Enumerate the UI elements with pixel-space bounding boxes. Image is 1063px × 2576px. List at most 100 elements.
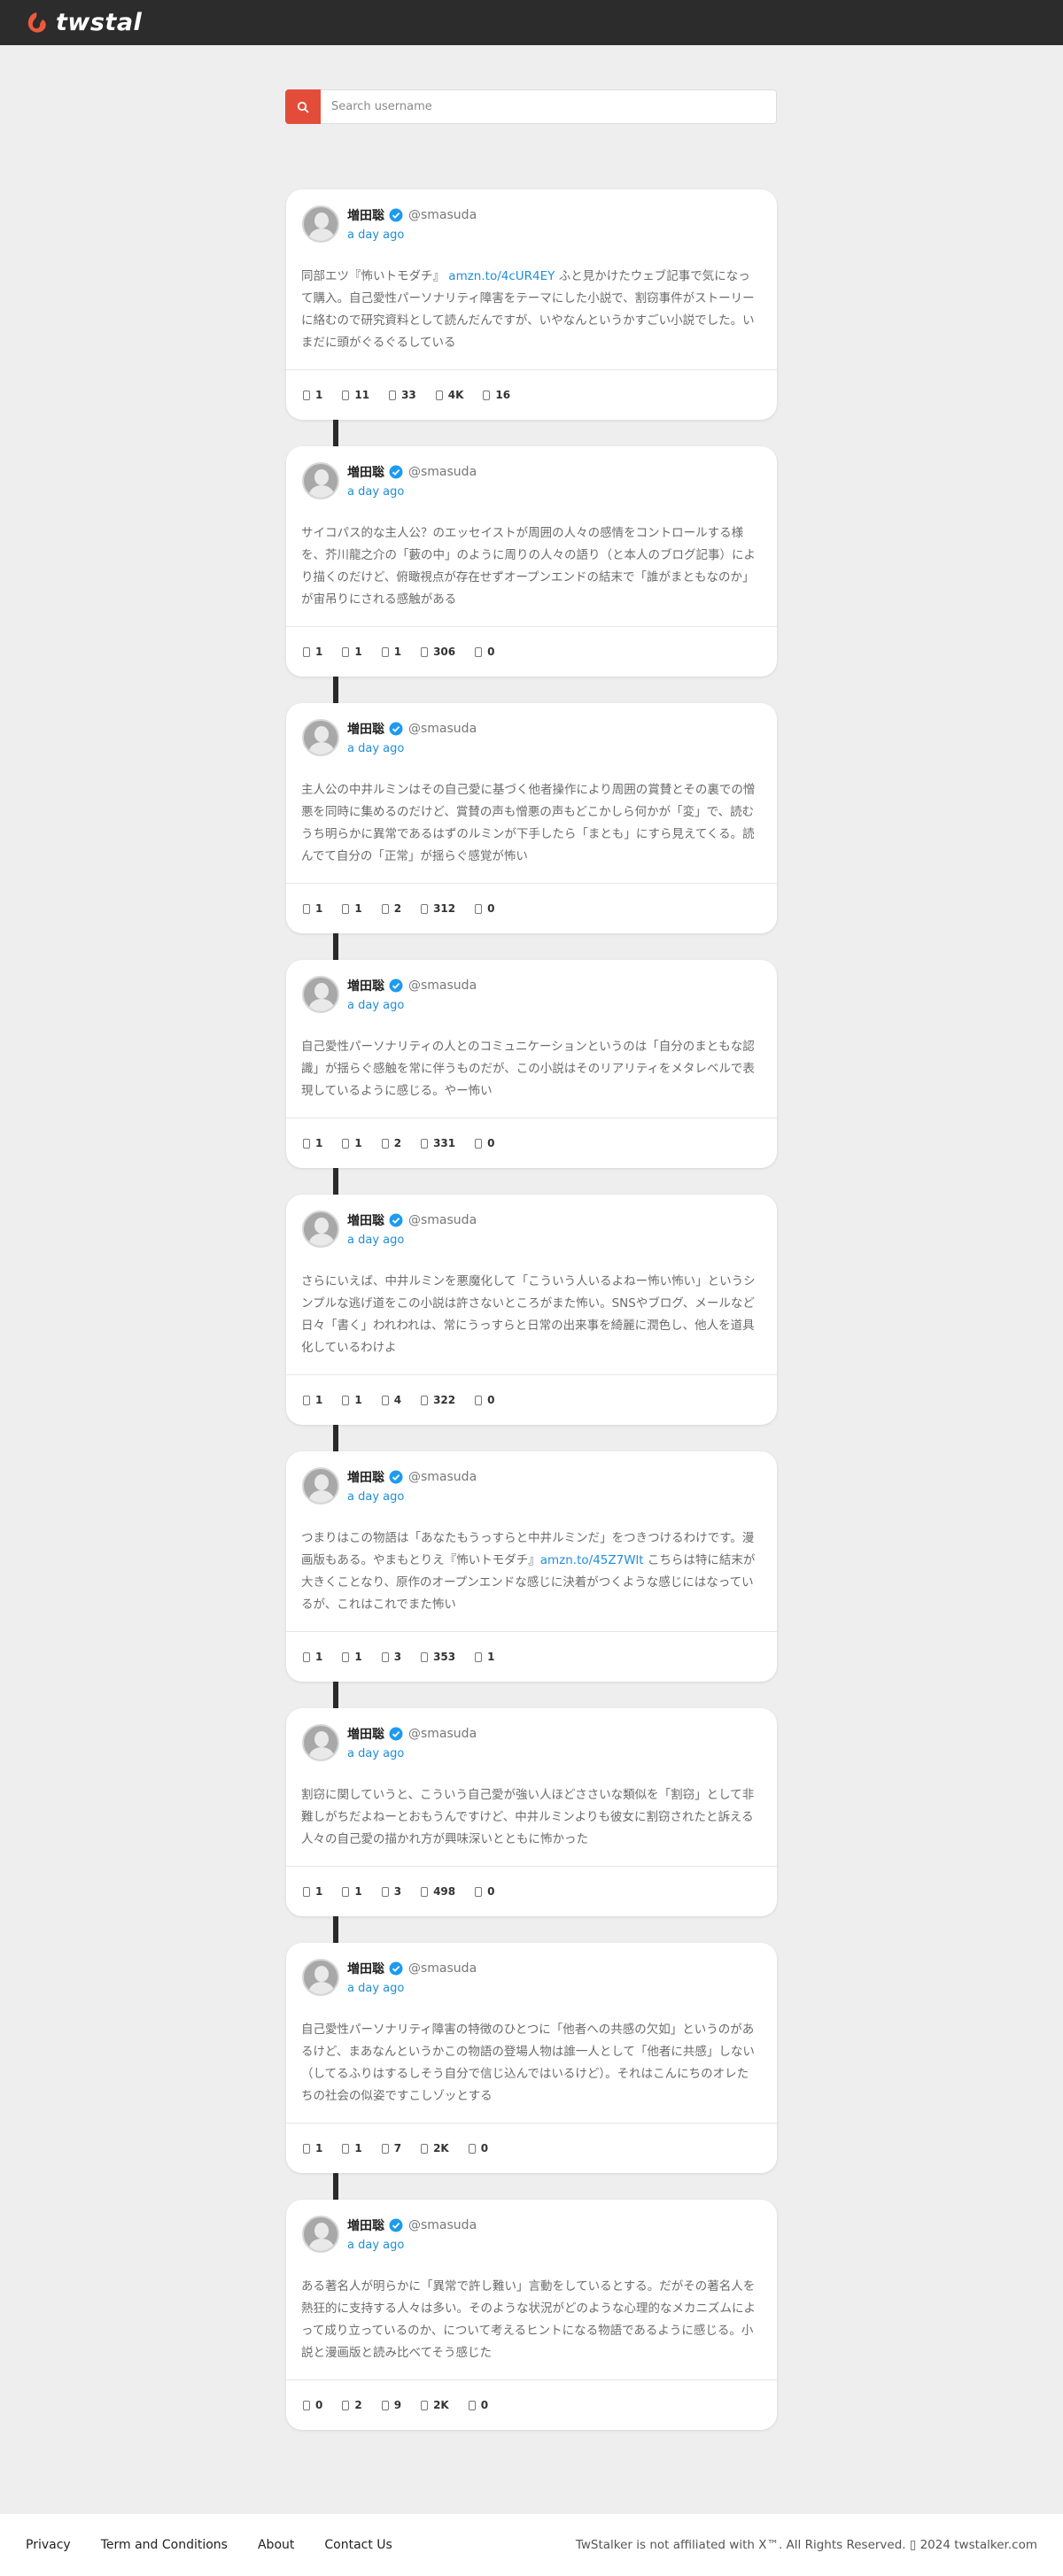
author-handle[interactable]: @smasuda — [408, 2218, 477, 2232]
tweet-link[interactable]: amzn.to/45Z7Wlt — [540, 1553, 644, 1567]
footer-link-terms[interactable]: Term and Conditions — [101, 2538, 228, 2552]
tweet-time[interactable]: a day ago — [347, 2239, 477, 2252]
search-button[interactable] — [285, 89, 321, 124]
author-name[interactable]: 増田聡 — [347, 977, 384, 994]
tweet-time[interactable]: a day ago — [347, 999, 477, 1012]
tweet-card[interactable]: 増田聡 @smasuda a day ago さらにいえば、中井ルミンを悪魔化し… — [286, 1195, 777, 1425]
reply-count[interactable]: 1 — [303, 646, 322, 658]
bookmark-count[interactable]: 1 — [475, 1651, 495, 1663]
logo-icon[interactable] — [25, 12, 48, 35]
tweet-time[interactable]: a day ago — [347, 1490, 477, 1504]
retweet-count[interactable]: 2 — [342, 2399, 362, 2411]
reply-count[interactable]: 1 — [303, 902, 322, 915]
like-count[interactable]: 4 — [381, 1394, 401, 1406]
like-count[interactable]: 2 — [381, 902, 401, 915]
like-count[interactable]: 3 — [381, 1885, 401, 1898]
tweet-time[interactable]: a day ago — [347, 1234, 477, 1247]
retweet-count[interactable]: 1 — [342, 1651, 362, 1663]
search-input[interactable] — [321, 89, 777, 124]
bookmark-count[interactable]: 16 — [483, 389, 510, 401]
tweet-time[interactable]: a day ago — [347, 228, 477, 242]
view-count[interactable]: 312 — [421, 902, 455, 915]
avatar[interactable] — [302, 1959, 339, 1996]
bookmark-count[interactable]: 0 — [475, 1137, 495, 1149]
author-name[interactable]: 増田聡 — [347, 2216, 384, 2234]
tweet-card[interactable]: 増田聡 @smasuda a day ago 自己愛性パーソナリティの人とのコミ… — [286, 960, 777, 1168]
like-count[interactable]: 2 — [381, 1137, 401, 1149]
author-handle[interactable]: @smasuda — [408, 979, 477, 993]
reply-count[interactable]: 1 — [303, 1394, 322, 1406]
author-name[interactable]: 増田聡 — [347, 1960, 384, 1977]
bookmark-count[interactable]: 0 — [475, 1885, 495, 1898]
footer-link-privacy[interactable]: Privacy — [26, 2538, 71, 2552]
author-name[interactable]: 増田聡 — [347, 206, 384, 224]
tweet-card[interactable]: 増田聡 @smasuda a day ago 同部エツ『怖いトモダチ』 amzn… — [286, 190, 777, 420]
avatar[interactable] — [302, 1211, 339, 1248]
bookmark-count[interactable]: 0 — [475, 646, 495, 658]
bookmark-count[interactable]: 0 — [468, 2399, 488, 2411]
bookmark-count[interactable]: 0 — [468, 2142, 488, 2154]
retweet-count[interactable]: 1 — [342, 902, 362, 915]
avatar[interactable] — [302, 1724, 339, 1761]
author-handle[interactable]: @smasuda — [408, 1470, 477, 1484]
retweet-count[interactable]: 1 — [342, 1394, 362, 1406]
retweet-count[interactable]: 1 — [342, 646, 362, 658]
tweet-time[interactable]: a day ago — [347, 742, 477, 755]
avatar[interactable] — [302, 976, 339, 1013]
tweet-card[interactable]: 増田聡 @smasuda a day ago 主人公の中井ルミンはその自己愛に基… — [286, 703, 777, 933]
author-name[interactable]: 増田聡 — [347, 1468, 384, 1486]
author-handle[interactable]: @smasuda — [408, 208, 477, 222]
view-count[interactable]: 4K — [435, 389, 463, 401]
author-name[interactable]: 増田聡 — [347, 720, 384, 738]
like-count[interactable]: 7 — [381, 2142, 401, 2154]
avatar[interactable] — [302, 462, 339, 499]
author-handle[interactable]: @smasuda — [408, 465, 477, 479]
logo-text[interactable]: twstal — [56, 11, 142, 35]
tweet-time[interactable]: a day ago — [347, 1747, 477, 1760]
tweet-card[interactable]: 増田聡 @smasuda a day ago 自己愛性パーソナリティ障害の特徴の… — [286, 1943, 777, 2173]
reply-count[interactable]: 1 — [303, 389, 322, 401]
reply-count[interactable]: 1 — [303, 1885, 322, 1898]
tweet-time[interactable]: a day ago — [347, 485, 477, 499]
avatar[interactable] — [302, 2216, 339, 2253]
avatar[interactable] — [302, 205, 339, 243]
reply-count[interactable]: 1 — [303, 1651, 322, 1663]
tweet-card[interactable]: 増田聡 @smasuda a day ago サイコパス的な主人公？のエッセイス… — [286, 446, 777, 677]
view-count[interactable]: 322 — [421, 1394, 455, 1406]
footer-link-about[interactable]: About — [258, 2538, 294, 2552]
avatar[interactable] — [302, 719, 339, 756]
retweet-count[interactable]: 11 — [342, 389, 369, 401]
author-name[interactable]: 増田聡 — [347, 1725, 384, 1743]
tweet-card[interactable]: 増田聡 @smasuda a day ago ある著名人が明らかに「異常で許し難… — [286, 2200, 777, 2430]
tweet-card[interactable]: 増田聡 @smasuda a day ago 割窃に関していうと、こういう自己愛… — [286, 1708, 777, 1916]
tweet-time[interactable]: a day ago — [347, 1982, 477, 1995]
author-handle[interactable]: @smasuda — [408, 1727, 477, 1741]
reply-count[interactable]: 0 — [303, 2399, 322, 2411]
author-name[interactable]: 増田聡 — [347, 1211, 384, 1229]
author-handle[interactable]: @smasuda — [408, 1961, 477, 1976]
view-count[interactable]: 306 — [421, 646, 455, 658]
author-handle[interactable]: @smasuda — [408, 722, 477, 736]
retweet-count[interactable]: 1 — [342, 2142, 362, 2154]
footer-link-contact[interactable]: Contact Us — [324, 2538, 392, 2552]
tweet-card[interactable]: 増田聡 @smasuda a day ago つまりはこの物語は「あなたもうっす… — [286, 1451, 777, 1682]
tweet-link[interactable]: amzn.to/4cUR4EY — [448, 269, 555, 283]
avatar[interactable] — [302, 1467, 339, 1505]
like-count[interactable]: 33 — [389, 389, 416, 401]
view-count[interactable]: 353 — [421, 1651, 455, 1663]
like-count[interactable]: 9 — [381, 2399, 401, 2411]
retweet-count[interactable]: 1 — [342, 1137, 362, 1149]
view-count[interactable]: 2K — [421, 2399, 449, 2411]
author-handle[interactable]: @smasuda — [408, 1213, 477, 1227]
view-count[interactable]: 498 — [421, 1885, 455, 1898]
view-count[interactable]: 331 — [421, 1137, 455, 1149]
retweet-count[interactable]: 1 — [342, 1885, 362, 1898]
bookmark-count[interactable]: 0 — [475, 1394, 495, 1406]
like-count[interactable]: 3 — [381, 1651, 401, 1663]
reply-count[interactable]: 1 — [303, 2142, 322, 2154]
author-name[interactable]: 増田聡 — [347, 463, 384, 481]
like-count[interactable]: 1 — [381, 646, 401, 658]
reply-count[interactable]: 1 — [303, 1137, 322, 1149]
view-count[interactable]: 2K — [421, 2142, 449, 2154]
bookmark-count[interactable]: 0 — [475, 902, 495, 915]
